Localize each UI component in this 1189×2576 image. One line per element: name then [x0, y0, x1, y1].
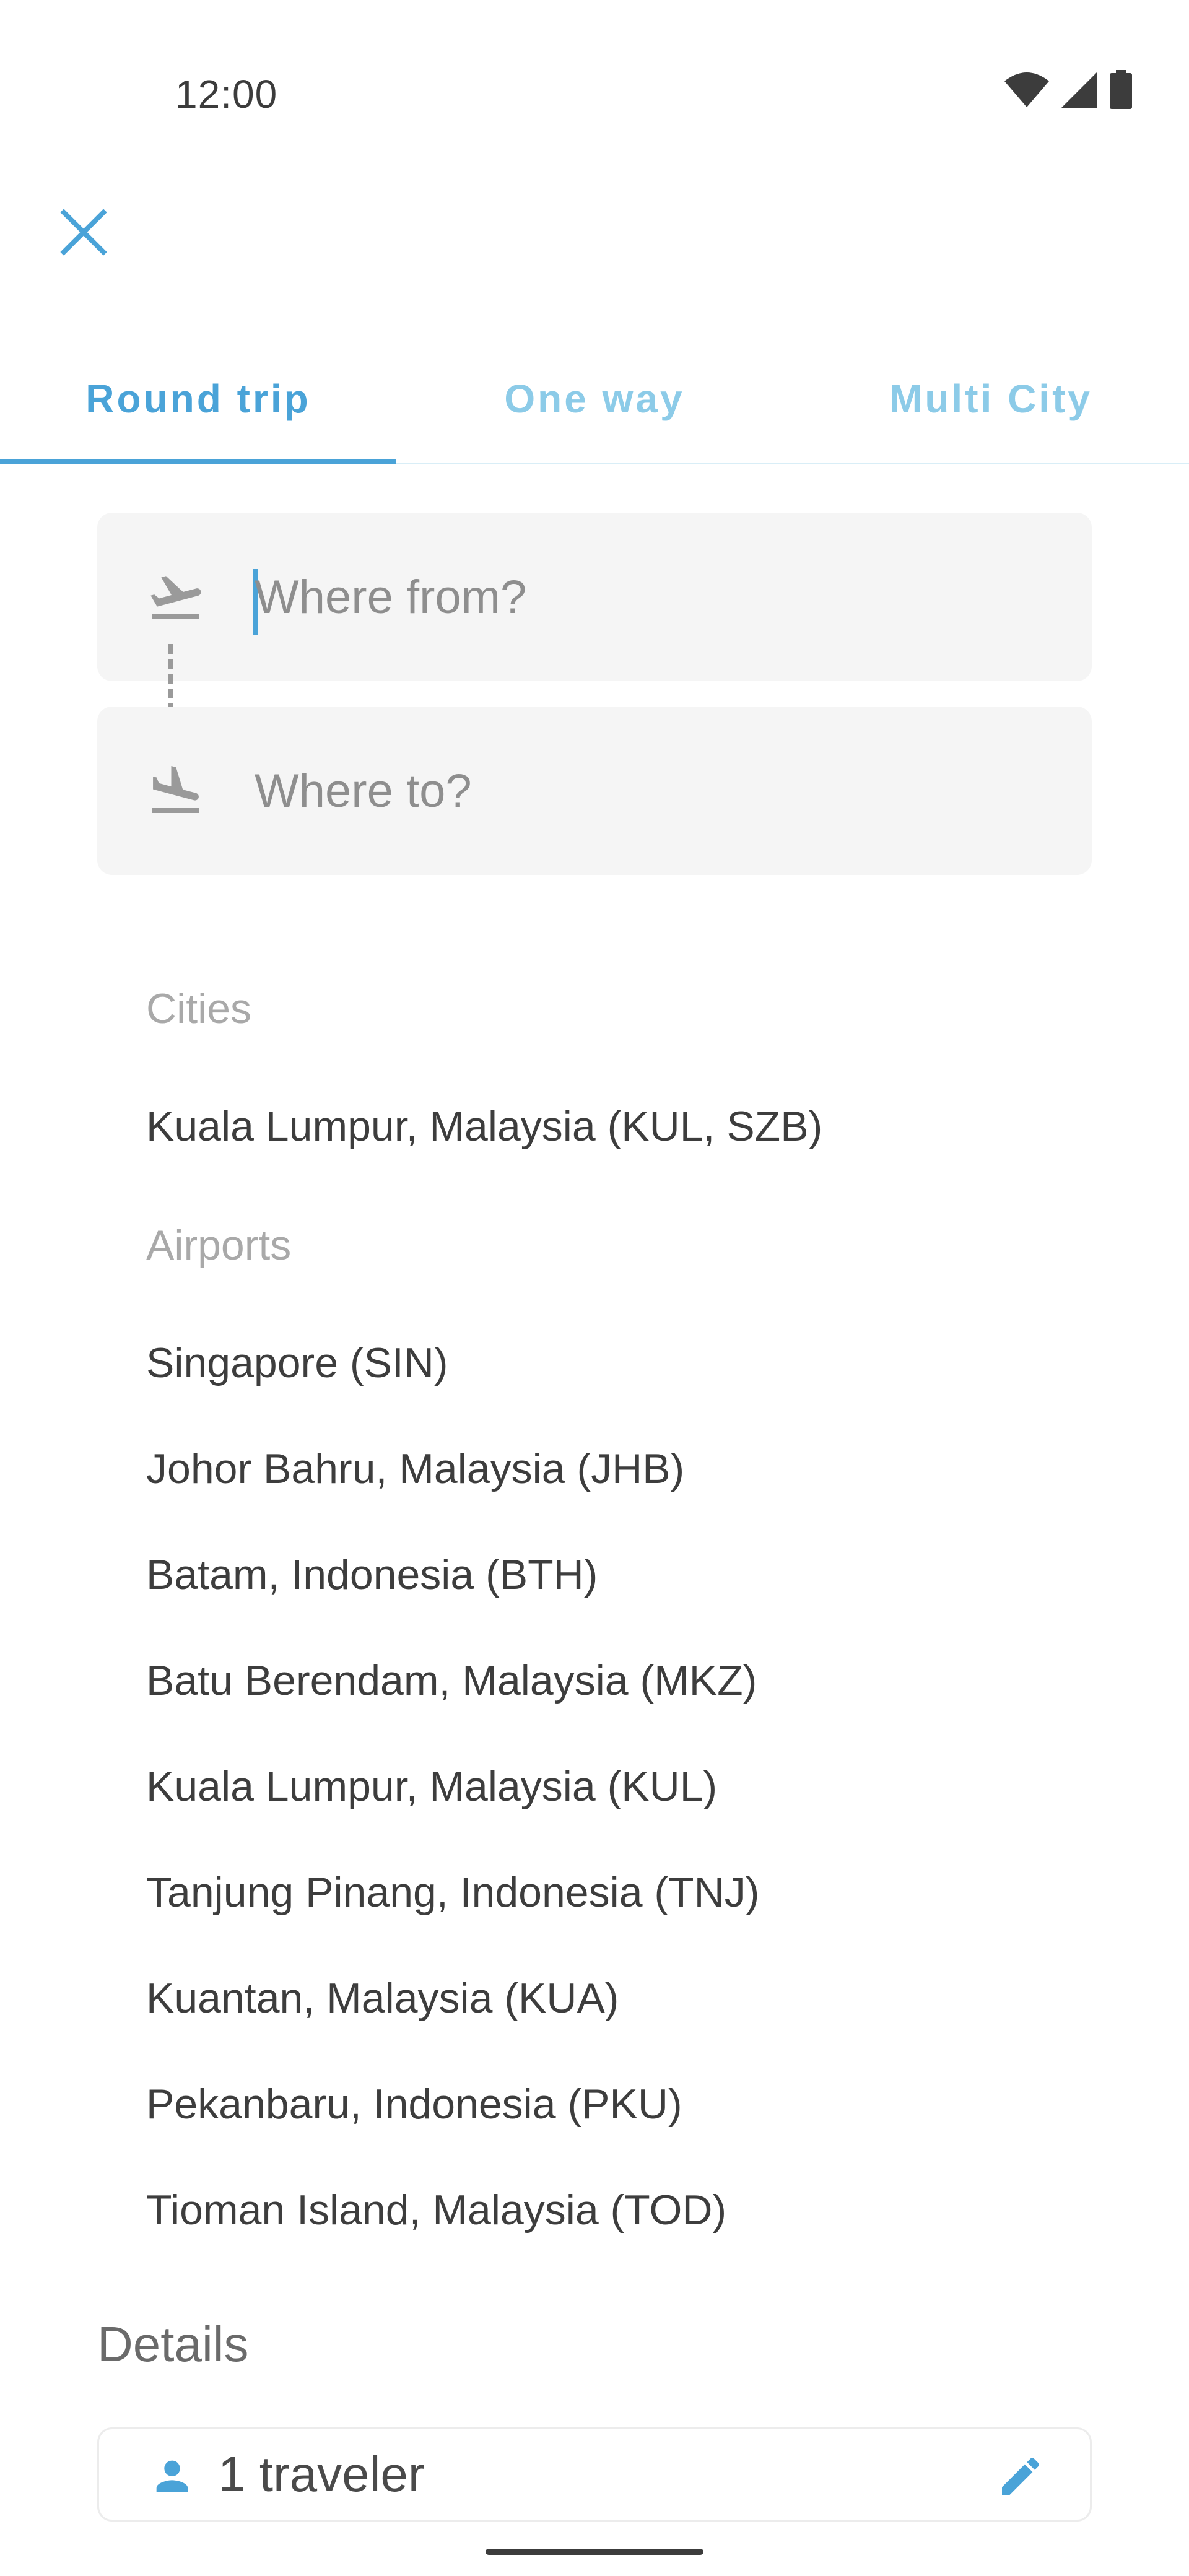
- status-time: 12:00: [175, 72, 278, 116]
- list-item[interactable]: Kuantan, Malaysia (KUA): [146, 1974, 619, 2022]
- tab-round-trip[interactable]: Round trip: [0, 347, 396, 464]
- tab-multi-city[interactable]: Multi City: [793, 347, 1189, 463]
- cities-section-label: Cities: [146, 985, 252, 1032]
- tab-one-way[interactable]: One way: [396, 347, 793, 463]
- trip-type-tabs: Round trip One way Multi City: [0, 347, 1189, 464]
- gesture-nav-handle[interactable]: [486, 2549, 703, 2555]
- list-item[interactable]: Johor Bahru, Malaysia (JHB): [146, 1445, 684, 1493]
- list-item[interactable]: Pekanbaru, Indonesia (PKU): [146, 2080, 682, 2128]
- wifi-icon: [1004, 72, 1049, 107]
- list-item[interactable]: Singapore (SIN): [146, 1339, 448, 1387]
- list-item[interactable]: Batu Berendam, Malaysia (MKZ): [146, 1656, 757, 1705]
- where-from-placeholder: Where from?: [255, 570, 527, 624]
- where-to-placeholder: Where to?: [255, 764, 472, 817]
- cellular-signal-icon: [1061, 72, 1097, 108]
- airports-section-label: Airports: [146, 1222, 292, 1269]
- where-to-input[interactable]: Where to?: [97, 707, 1092, 875]
- status-icons: [1003, 68, 1133, 111]
- person-icon: [156, 2460, 188, 2492]
- edit-pencil-icon[interactable]: [996, 2452, 1045, 2501]
- list-item[interactable]: Kuala Lumpur, Malaysia (KUL, SZB): [146, 1102, 822, 1151]
- travelers-selector[interactable]: 1 traveler: [97, 2427, 1092, 2522]
- where-from-input[interactable]: Where from?: [97, 513, 1092, 681]
- close-button[interactable]: [50, 198, 118, 266]
- flight-search-screen: 12:00 Round trip One way Multi City Wher…: [0, 0, 1189, 2576]
- list-item[interactable]: Tanjung Pinang, Indonesia (TNJ): [146, 1868, 759, 1917]
- traveler-count: 1 traveler: [218, 2447, 425, 2502]
- flight-takeoff-icon: [142, 513, 210, 681]
- list-item[interactable]: Tioman Island, Malaysia (TOD): [146, 2186, 726, 2234]
- list-item[interactable]: Kuala Lumpur, Malaysia (KUL): [146, 1762, 717, 1811]
- close-icon: [60, 209, 107, 256]
- status-bar: 12:00: [0, 0, 1189, 186]
- battery-icon: [1110, 70, 1132, 109]
- list-item[interactable]: Batam, Indonesia (BTH): [146, 1551, 598, 1599]
- flight-land-icon: [142, 707, 210, 875]
- details-heading: Details: [97, 2317, 249, 2372]
